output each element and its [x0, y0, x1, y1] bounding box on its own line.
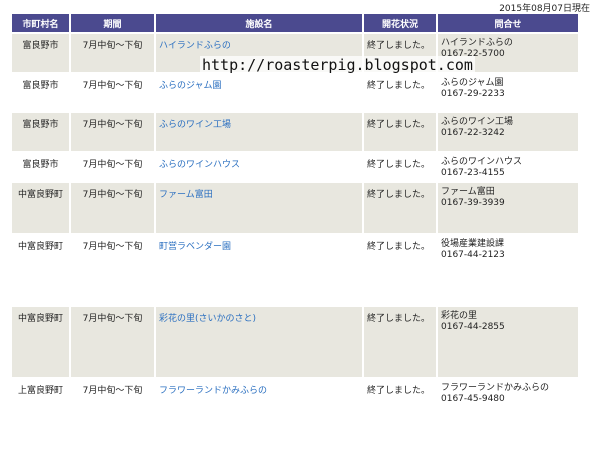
- contact-cell: ふらのワインハウス 0167-23-4155: [438, 153, 578, 181]
- header-facility-name: 施設名: [156, 14, 362, 32]
- contact-name: ハイランドふらの: [441, 38, 513, 48]
- contact-phone: 0167-45-9480: [441, 394, 505, 404]
- period-cell: 7月中旬〜下旬: [71, 113, 154, 151]
- municipality-cell: 富良野市: [12, 74, 69, 111]
- facility-name-cell: ふらのワインハウス: [156, 153, 362, 181]
- table-row: 富良野市 7月中旬〜下旬 ふらのワインハウス 終了しました。 ふらのワインハウス 0167…: [12, 153, 578, 181]
- header-bloom-status: 開花状況: [364, 14, 436, 32]
- contact-cell: ふらのジャム園 0167-29-2233: [438, 74, 578, 111]
- lavender-facility-table: 市町村名 期間 施設名 開花状況 問合せ 富良野市 7月中旬〜下旬 ハイランドふらの…: [10, 12, 580, 427]
- facility-link[interactable]: ふらのジャム園: [159, 81, 222, 91]
- contact-cell: フラワーランドかみふらの 0167-45-9480: [438, 379, 578, 425]
- municipality-cell: 富良野市: [12, 113, 69, 151]
- facility-link[interactable]: ファーム富田: [159, 190, 213, 200]
- contact-phone: 0167-23-4155: [441, 168, 505, 178]
- contact-name: フラワーランドかみふらの: [441, 383, 550, 393]
- contact-cell: ふらのワイン工場 0167-22-3242: [438, 113, 578, 151]
- header-municipality: 市町村名: [12, 14, 69, 32]
- table-row: 富良野市 7月中旬〜下旬 ふらのワイン工場 終了しました。 ふらのワイン工場 0167-2…: [12, 113, 578, 151]
- facility-link[interactable]: ふらのワインハウス: [159, 160, 240, 170]
- municipality-cell: 中富良野町: [12, 307, 69, 377]
- contact-phone: 0167-22-3242: [441, 128, 505, 138]
- contact-cell: ファーム富田 0167-39-3939: [438, 183, 578, 233]
- facility-link[interactable]: ふらのワイン工場: [159, 120, 231, 130]
- contact-name: 彩花の里: [441, 311, 478, 321]
- bloom-status-cell: 終了しました。: [364, 183, 436, 233]
- contact-phone: 0167-39-3939: [441, 198, 505, 208]
- municipality-cell: 上富良野町: [12, 379, 69, 425]
- facility-name-cell: 彩花の里(さいかのさと): [156, 307, 362, 377]
- facility-link[interactable]: 彩花の里(さいかのさと): [159, 314, 256, 324]
- header-contact: 問合せ: [438, 14, 578, 32]
- facility-name-cell: 町営ラベンダー園: [156, 235, 362, 305]
- table-row: 富良野市 7月中旬〜下旬 ふらのジャム園 終了しました。 ふらのジャム園 0167-29-…: [12, 74, 578, 111]
- bloom-status-cell: 終了しました。: [364, 113, 436, 151]
- table-row: 中富良野町 7月中旬〜下旬 彩花の里(さいかのさと) 終了しました。 彩花の里 0167-…: [12, 307, 578, 377]
- facility-link[interactable]: フラワーランドかみふらの: [159, 386, 267, 396]
- facility-name-cell: ファーム富田: [156, 183, 362, 233]
- contact-phone: 0167-29-2233: [441, 89, 505, 99]
- blog-watermark: http://roasterpig.blogspot.com: [200, 56, 475, 74]
- period-cell: 7月中旬〜下旬: [71, 34, 154, 72]
- bloom-status-cell: 終了しました。: [364, 74, 436, 111]
- facility-link[interactable]: ハイランドふらの: [159, 41, 231, 51]
- contact-cell: 彩花の里 0167-44-2855: [438, 307, 578, 377]
- contact-name: ファーム富田: [441, 187, 495, 197]
- contact-phone: 0167-44-2123: [441, 250, 505, 260]
- contact-name: ふらのジャム園: [441, 78, 504, 88]
- facility-name-cell: ふらのワイン工場: [156, 113, 362, 151]
- period-cell: 7月中旬〜下旬: [71, 74, 154, 111]
- period-cell: 7月中旬〜下旬: [71, 307, 154, 377]
- contact-cell: 役場産業建設課 0167-44-2123: [438, 235, 578, 305]
- municipality-cell: 中富良野町: [12, 183, 69, 233]
- bloom-status-cell: 終了しました。: [364, 235, 436, 305]
- municipality-cell: 中富良野町: [12, 235, 69, 305]
- bloom-status-cell: 終了しました。: [364, 153, 436, 181]
- contact-name: ふらのワインハウス: [441, 157, 523, 167]
- facility-link[interactable]: 町営ラベンダー園: [159, 242, 231, 252]
- facility-name-cell: ふらのジャム園: [156, 74, 362, 111]
- header-period: 期間: [71, 14, 154, 32]
- municipality-cell: 富良野市: [12, 153, 69, 181]
- period-cell: 7月中旬〜下旬: [71, 183, 154, 233]
- table-row: 上富良野町 7月中旬〜下旬 フラワーランドかみふらの 終了しました。 フラワーランドかみ…: [12, 379, 578, 425]
- bloom-status-cell: 終了しました。: [364, 379, 436, 425]
- contact-name: ふらのワイン工場: [441, 117, 514, 127]
- table-row: 中富良野町 7月中旬〜下旬 町営ラベンダー園 終了しました。 役場産業建設課 0167-4…: [12, 235, 578, 305]
- table-row: 中富良野町 7月中旬〜下旬 ファーム富田 終了しました。 ファーム富田 0167-39-3…: [12, 183, 578, 233]
- table-header-row: 市町村名 期間 施設名 開花状況 問合せ: [12, 14, 578, 32]
- period-cell: 7月中旬〜下旬: [71, 153, 154, 181]
- bloom-status-cell: 終了しました。: [364, 307, 436, 377]
- municipality-cell: 富良野市: [12, 34, 69, 72]
- period-cell: 7月中旬〜下旬: [71, 379, 154, 425]
- facility-name-cell: フラワーランドかみふらの: [156, 379, 362, 425]
- contact-name: 役場産業建設課: [441, 239, 505, 249]
- period-cell: 7月中旬〜下旬: [71, 235, 154, 305]
- contact-phone: 0167-44-2855: [441, 322, 505, 332]
